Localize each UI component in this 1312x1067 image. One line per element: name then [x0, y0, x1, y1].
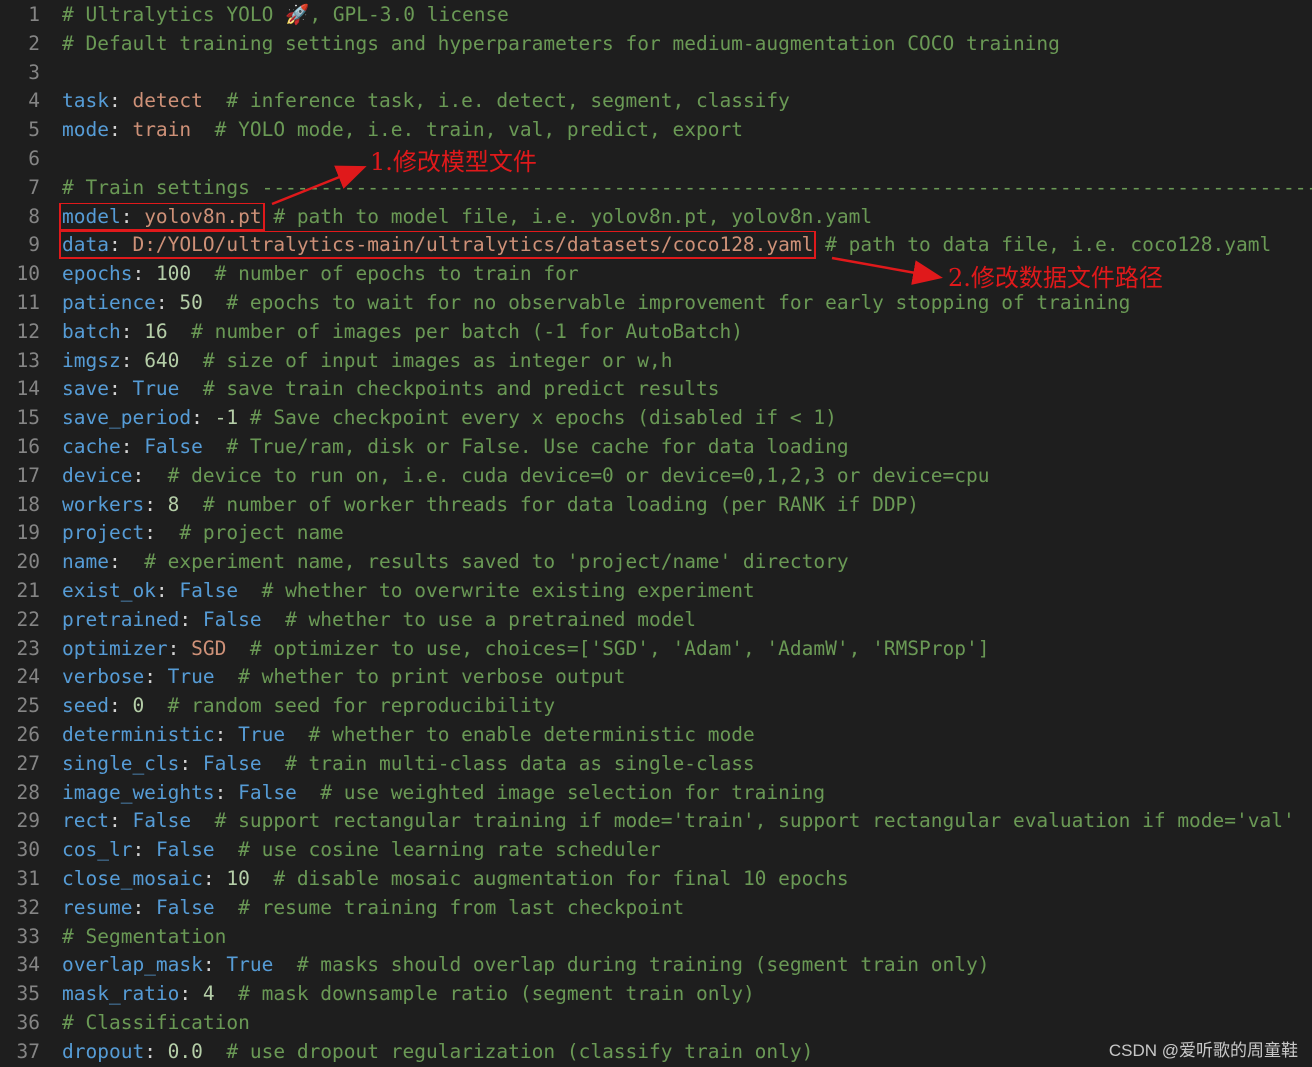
- annotation-arrows: [271, 165, 943, 285]
- arrow-to-data-note: [831, 256, 943, 285]
- csdn-watermark: CSDN @爱听歌的周童鞋: [1108, 1041, 1298, 1060]
- arrow-to-model-note: [271, 165, 367, 206]
